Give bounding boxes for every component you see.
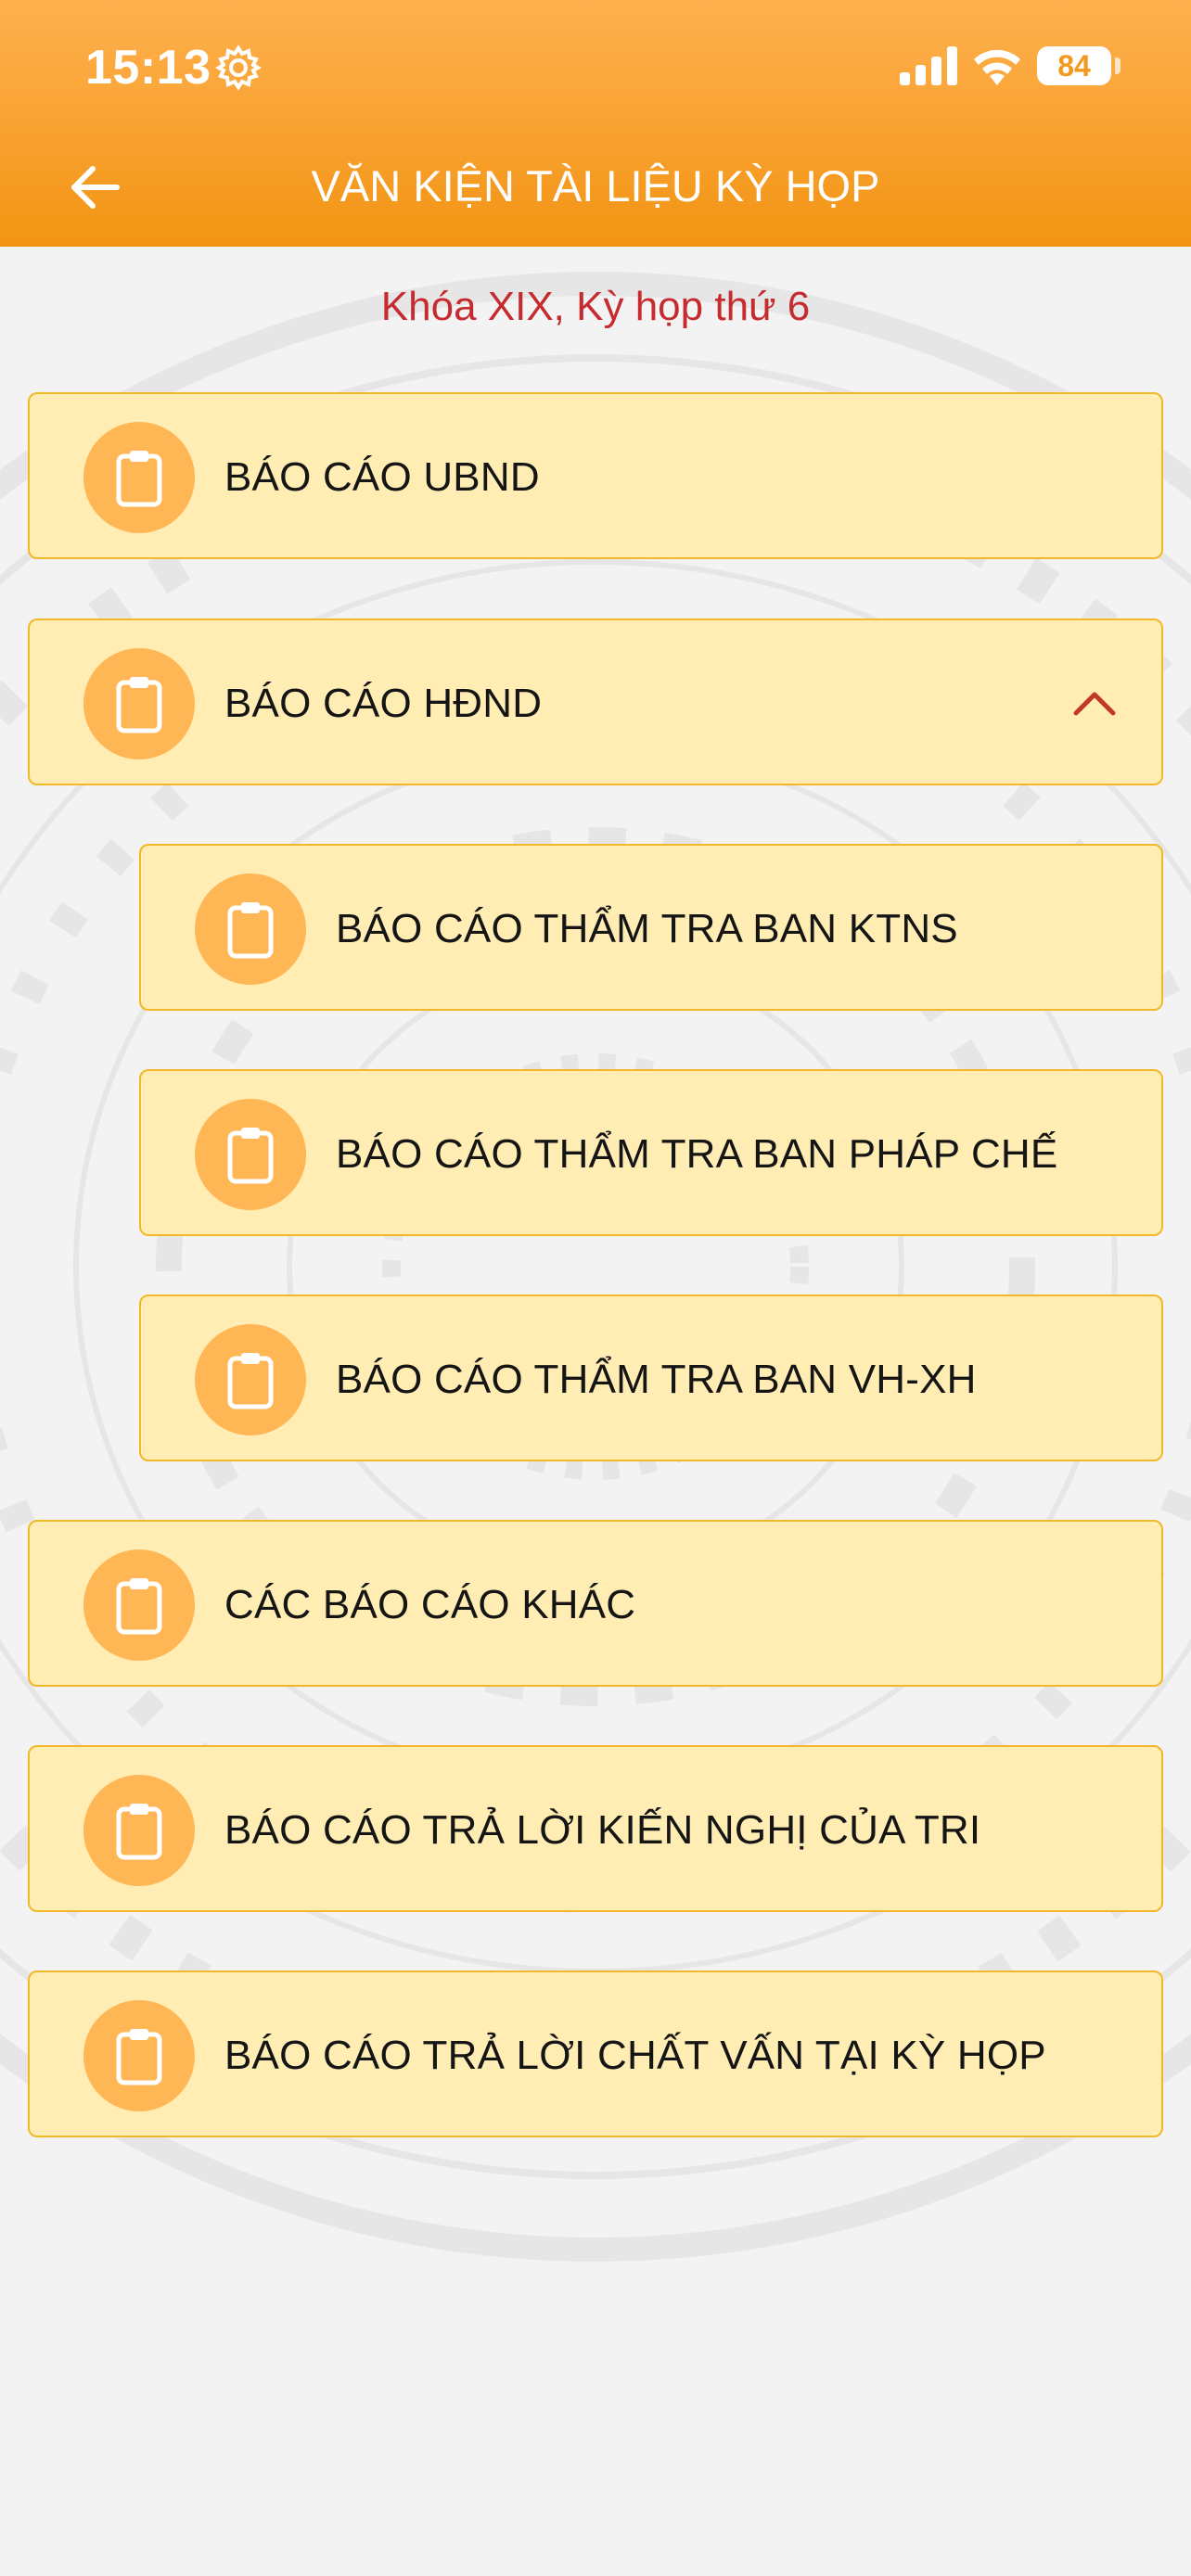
menu-item-label: BÁO CÁO THẨM TRA BAN KTNS: [336, 906, 958, 951]
clipboard-icon: [195, 1099, 306, 1210]
menu-item-label: BÁO CÁO UBND: [224, 454, 540, 500]
clipboard-icon: [83, 422, 195, 533]
menu-item-label: BÁO CÁO THẨM TRA BAN PHÁP CHẾ: [336, 1131, 1058, 1177]
submenu-item-vh-xh[interactable]: BÁO CÁO THẨM TRA BAN VH-XH: [139, 1294, 1163, 1461]
chevron-up-icon[interactable]: [1069, 678, 1121, 730]
menu-item-label: CÁC BÁO CÁO KHÁC: [224, 1582, 636, 1627]
menu-item-label: BÁO CÁO TRẢ LỜI KIẾN NGHỊ CỦA TRI: [224, 1807, 981, 1853]
clipboard-icon: [83, 1549, 195, 1661]
menu-item-bao-cao-ubnd[interactable]: BÁO CÁO UBND: [28, 392, 1163, 559]
menu-item-chat-van[interactable]: BÁO CÁO TRẢ LỜI CHẤT VẤN TẠI KỲ HỌP: [28, 1970, 1163, 2137]
menu-item-label: BÁO CÁO THẨM TRA BAN VH-XH: [336, 1357, 977, 1402]
menu-item-cac-bao-cao-khac[interactable]: CÁC BÁO CÁO KHÁC: [28, 1520, 1163, 1687]
page-title: VĂN KIỆN TÀI LIỆU KỲ HỌP: [311, 161, 880, 210]
gear-icon: [215, 45, 262, 91]
clipboard-icon: [83, 648, 195, 759]
wifi-icon: [974, 49, 1020, 85]
menu-item-label: BÁO CÁO HĐND: [224, 681, 543, 726]
battery-icon: 84: [1037, 46, 1111, 85]
menu-item-kien-nghi-cu-tri[interactable]: BÁO CÁO TRẢ LỜI KIẾN NGHỊ CỦA TRI: [28, 1745, 1163, 1912]
signal-icon: [900, 46, 957, 85]
clipboard-icon: [83, 1775, 195, 1886]
status-time: 15:13: [85, 41, 211, 95]
submenu-item-phap-che[interactable]: BÁO CÁO THẨM TRA BAN PHÁP CHẾ: [139, 1069, 1163, 1236]
menu-item-label: BÁO CÁO TRẢ LỜI CHẤT VẤN TẠI KỲ HỌP: [224, 2033, 1046, 2078]
app-header: 15:13 84 VĂN KIỆN TÀI LIỆU KỲ HỌP: [0, 0, 1191, 247]
clipboard-icon: [83, 2000, 195, 2111]
battery-nub: [1115, 57, 1121, 74]
menu-item-bao-cao-hdnd[interactable]: BÁO CÁO HĐND: [28, 618, 1163, 785]
session-subtitle: Khóa XIX, Kỳ họp thứ 6: [380, 284, 811, 329]
clipboard-icon: [195, 874, 306, 985]
clipboard-icon: [195, 1324, 306, 1435]
submenu-item-ktns[interactable]: BÁO CÁO THẨM TRA BAN KTNS: [139, 844, 1163, 1011]
